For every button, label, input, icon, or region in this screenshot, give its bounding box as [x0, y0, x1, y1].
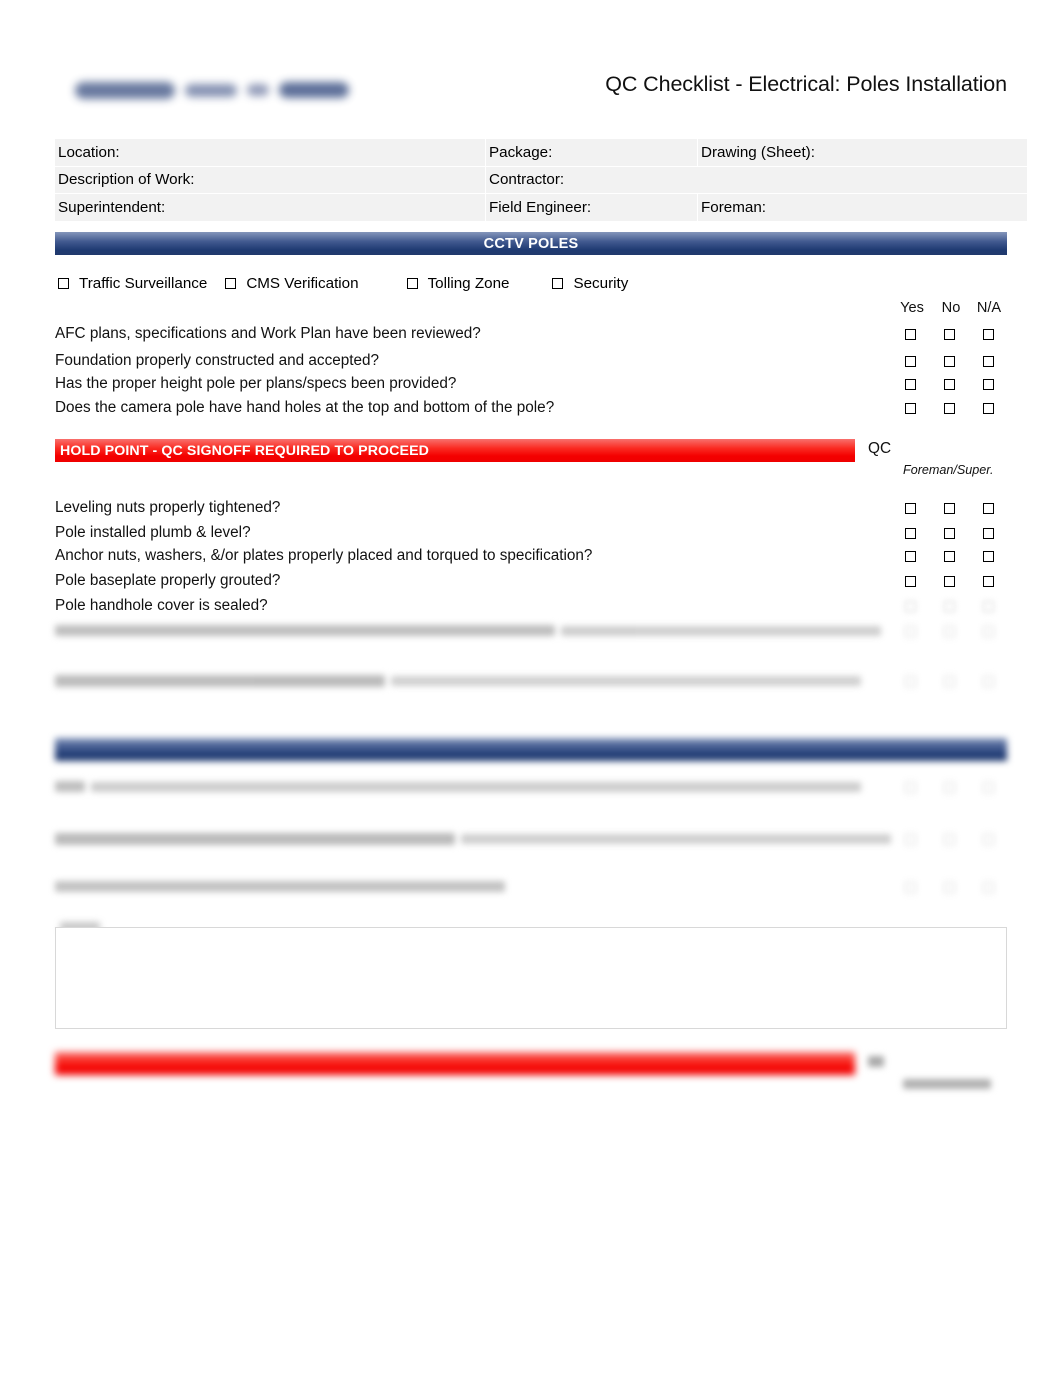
question-text: Does the camera pole have hand holes at … [55, 399, 555, 416]
checkbox-label: Traffic Surveillance [79, 274, 208, 292]
checkbox-no[interactable] [944, 329, 955, 340]
checkbox-na[interactable] [983, 782, 994, 793]
checkbox-no[interactable] [944, 882, 955, 893]
checkbox-na[interactable] [983, 576, 994, 587]
checkbox-yes[interactable] [905, 834, 916, 845]
table-row: Location: Package: Drawing (Sheet): [55, 139, 1028, 167]
checkbox-na[interactable] [983, 329, 994, 340]
checkbox-na[interactable] [983, 379, 994, 390]
checkbox-yes[interactable] [905, 356, 916, 367]
checkbox-icon[interactable] [552, 277, 564, 289]
question-text [55, 878, 505, 896]
question-text: Foundation properly constructed and acce… [55, 352, 379, 369]
checkbox-yes[interactable] [905, 676, 916, 687]
checkbox-icon[interactable] [58, 277, 69, 289]
question-text: Pole baseplate properly grouted? [55, 572, 281, 589]
document-page: QC Checklist - Electrical: Poles Install… [0, 0, 1062, 1377]
checkbox-na[interactable] [983, 834, 994, 845]
notes-input[interactable] [55, 927, 1007, 1029]
question-text [55, 778, 861, 796]
column-header-na: N/A [976, 300, 1002, 316]
checkbox-na[interactable] [983, 676, 994, 687]
checkbox-na[interactable] [983, 601, 994, 612]
question-text: Leveling nuts properly tightened? [55, 499, 281, 516]
checkbox-icon[interactable] [406, 277, 418, 289]
checkbox-yes[interactable] [905, 551, 916, 562]
checkbox-na[interactable] [983, 356, 994, 367]
checkbox-na[interactable] [983, 626, 994, 637]
checkbox-no[interactable] [944, 403, 955, 414]
checkbox-no[interactable] [944, 782, 955, 793]
company-logo-icon [75, 72, 350, 108]
checkbox-security[interactable]: Security [552, 275, 628, 292]
hold-point-bar-redacted [55, 1052, 855, 1075]
checkbox-no[interactable] [944, 356, 955, 367]
checkbox-no[interactable] [944, 576, 955, 587]
field-drawing-label: Drawing (Sheet): [697, 139, 1028, 167]
foreman-signoff-label: Foreman/Super. [903, 463, 994, 477]
checkbox-na[interactable] [983, 528, 994, 539]
checkbox-yes[interactable] [905, 601, 916, 612]
field-superintendent-label: Superintendent: [55, 193, 486, 222]
notes-section [55, 916, 1007, 1029]
field-contractor-label: Contractor: [485, 166, 1028, 194]
checkbox-na[interactable] [983, 882, 994, 893]
checkbox-no[interactable] [944, 601, 955, 612]
field-foreman-label: Foreman: [697, 193, 1028, 222]
page-title: QC Checklist - Electrical: Poles Install… [605, 72, 1007, 96]
field-field-engineer-label: Field Engineer: [485, 193, 698, 222]
checkbox-yes[interactable] [905, 626, 916, 637]
hold-point-bar: HOLD POINT - QC SIGNOFF REQUIRED TO PROC… [55, 439, 855, 462]
checkbox-yes[interactable] [905, 503, 916, 514]
column-header-yes: Yes [900, 300, 924, 316]
checkbox-yes[interactable] [905, 528, 916, 539]
checkbox-yes[interactable] [905, 403, 916, 414]
checkbox-no[interactable] [944, 503, 955, 514]
checkbox-yes[interactable] [905, 782, 916, 793]
pole-type-checkbox-row: Traffic Surveillance CMS Verification To… [55, 272, 1007, 294]
checkbox-no[interactable] [944, 676, 955, 687]
question-text: Anchor nuts, washers, &/or plates proper… [55, 547, 593, 564]
qc-signoff-label-redacted [868, 1053, 884, 1071]
checkbox-no[interactable] [944, 528, 955, 539]
question-text [55, 622, 881, 640]
section-banner-cctv-poles: CCTV POLES [55, 232, 1007, 255]
column-header-no: No [941, 300, 961, 316]
checkbox-tolling-zone[interactable]: Tolling Zone [406, 274, 510, 292]
foreman-signoff-label-redacted [903, 1076, 991, 1090]
question-text [55, 672, 861, 690]
checkbox-no[interactable] [944, 551, 955, 562]
checkbox-traffic-surveillance[interactable]: Traffic Surveillance [58, 275, 207, 292]
field-description-label: Description of Work: [55, 166, 486, 194]
question-text: Pole installed plumb & level? [55, 524, 251, 541]
checkbox-yes[interactable] [905, 379, 916, 390]
qc-signoff-label: QC [868, 440, 892, 457]
checkbox-na[interactable] [983, 503, 994, 514]
question-text: Has the proper height pole per plans/spe… [55, 375, 457, 392]
checkbox-na[interactable] [983, 403, 994, 414]
table-row: Superintendent: Field Engineer: Foreman: [55, 193, 1028, 222]
checkbox-yes[interactable] [905, 882, 916, 893]
question-text [55, 830, 891, 848]
checkbox-yes[interactable] [905, 576, 916, 587]
checkbox-yes[interactable] [905, 329, 916, 340]
document-header: QC Checklist - Electrical: Poles Install… [55, 64, 1007, 120]
field-location-label: Location: [55, 139, 486, 167]
checkbox-label: CMS Verification [246, 274, 359, 292]
checkbox-na[interactable] [983, 551, 994, 562]
checkbox-icon[interactable] [225, 277, 237, 289]
table-row: Description of Work: Contractor: [55, 166, 1028, 194]
checkbox-no[interactable] [944, 834, 955, 845]
section-banner-redacted [55, 738, 1007, 761]
project-info-table: Location: Package: Drawing (Sheet): Desc… [55, 139, 1028, 222]
question-text: Pole handhole cover is sealed? [55, 597, 268, 614]
field-package-label: Package: [485, 139, 698, 167]
question-text: AFC plans, specifications and Work Plan … [55, 325, 481, 342]
checkbox-no[interactable] [944, 626, 955, 637]
checkbox-label: Security [573, 274, 629, 292]
checkbox-no[interactable] [944, 379, 955, 390]
checkbox-cms-verification[interactable]: CMS Verification [225, 274, 359, 292]
checkbox-label: Tolling Zone [427, 274, 510, 292]
